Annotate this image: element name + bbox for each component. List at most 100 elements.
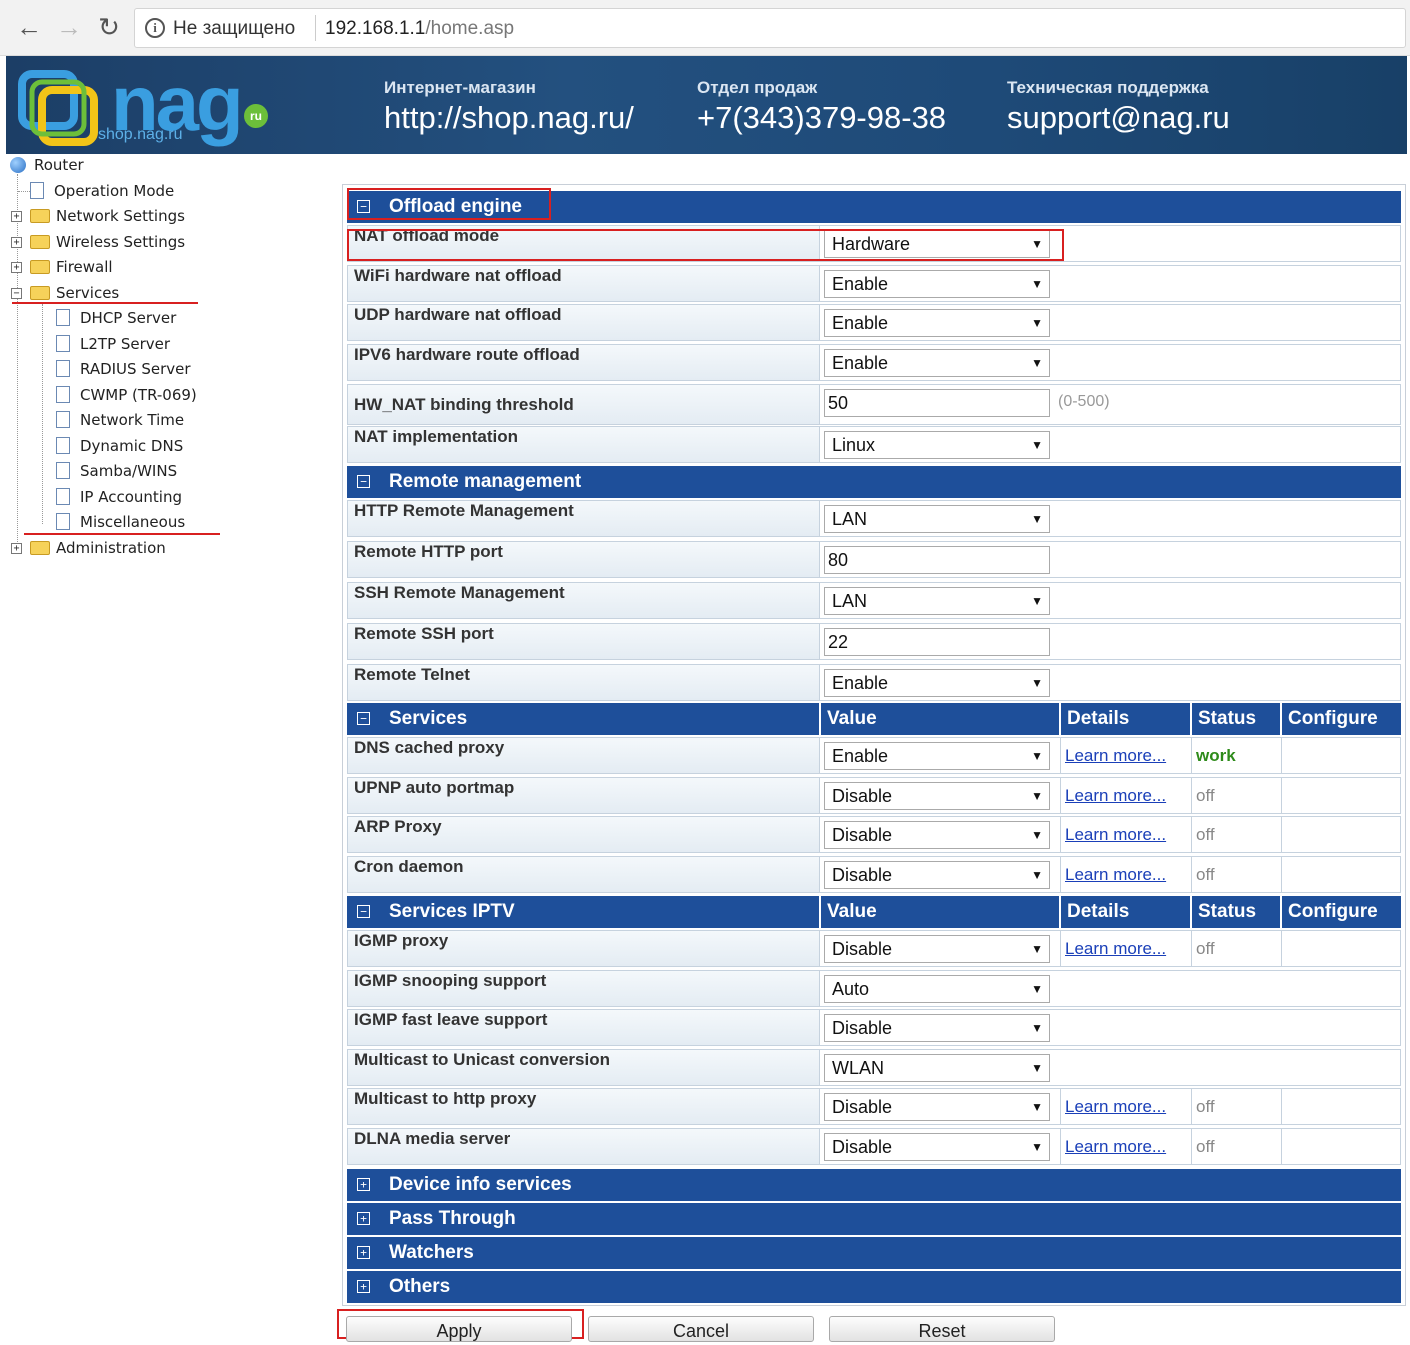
dropdown-arrow-icon: ▼ (1031, 1061, 1043, 1075)
section-device-info[interactable]: + Device info services (347, 1169, 1401, 1201)
learn-more-link[interactable]: Learn more... (1065, 746, 1166, 765)
dropdown-arrow-icon: ▼ (1031, 828, 1043, 842)
sidebar-item-miscellaneous[interactable]: Miscellaneous (56, 511, 185, 533)
section-pass-through[interactable]: + Pass Through (347, 1203, 1401, 1235)
setting-label: DLNA media server (348, 1129, 820, 1164)
row-igmp-fast-leave: IGMP fast leave support Disable ▼ (347, 1009, 1401, 1046)
arp-proxy-select[interactable]: Disable ▼ (824, 821, 1050, 849)
sidebar-item-cwmp[interactable]: CWMP (TR-069) (56, 384, 197, 406)
sidebar-item-network-time[interactable]: Network Time (56, 409, 184, 431)
expand-icon[interactable]: + (11, 237, 22, 248)
red-underline-annotation (24, 533, 220, 535)
dropdown-arrow-icon: ▼ (1031, 277, 1043, 291)
red-box-annotation (347, 229, 1064, 261)
remote-telnet-select[interactable]: Enable ▼ (824, 669, 1050, 697)
ipv6-hw-route-select[interactable]: Enable ▼ (824, 349, 1050, 377)
igmp-snooping-select[interactable]: Auto ▼ (824, 975, 1050, 1003)
collapse-icon[interactable]: − (357, 712, 370, 725)
configure-cell (1281, 778, 1401, 813)
sidebar-item-l2tp-server[interactable]: L2TP Server (56, 333, 170, 355)
url-host: 192.168.1.1/home.asp (325, 18, 515, 39)
info-icon[interactable]: i (145, 18, 165, 38)
status-badge: off (1191, 1089, 1281, 1124)
dropdown-arrow-icon: ▼ (1031, 1021, 1043, 1035)
tree-line (42, 304, 43, 524)
setting-label: WiFi hardware nat offload (348, 266, 820, 301)
setting-label: Remote Telnet (348, 665, 820, 700)
section-watchers[interactable]: + Watchers (347, 1237, 1401, 1269)
sidebar-item-network-settings[interactable]: Network Settings (30, 205, 185, 227)
learn-more-link[interactable]: Learn more... (1065, 1137, 1166, 1156)
address-bar[interactable]: i Не защищено 192.168.1.1/home.asp (134, 8, 1406, 48)
collapse-icon[interactable]: − (357, 475, 370, 488)
expand-icon[interactable]: + (357, 1246, 370, 1259)
expand-icon[interactable]: + (357, 1280, 370, 1293)
expand-icon[interactable]: + (11, 211, 22, 222)
dns-proxy-select[interactable]: Enable ▼ (824, 742, 1050, 770)
dropdown-arrow-icon: ▼ (1031, 1140, 1043, 1154)
sidebar-item-dhcp-server[interactable]: DHCP Server (56, 307, 176, 329)
hw-nat-threshold-input[interactable]: 50 (824, 389, 1050, 417)
learn-more-link[interactable]: Learn more... (1065, 865, 1166, 884)
dlna-select[interactable]: Disable ▼ (824, 1133, 1050, 1161)
nat-implementation-select[interactable]: Linux ▼ (824, 431, 1050, 459)
upnp-select[interactable]: Disable ▼ (824, 782, 1050, 810)
row-udp-hw-nat: UDP hardware nat offload Enable ▼ (347, 304, 1401, 341)
dropdown-arrow-icon: ▼ (1031, 749, 1043, 763)
igmp-fast-leave-select[interactable]: Disable ▼ (824, 1014, 1050, 1042)
remote-http-port-input[interactable]: 80 (824, 546, 1050, 574)
apply-button[interactable]: Apply (346, 1316, 572, 1342)
learn-more-link[interactable]: Learn more... (1065, 786, 1166, 805)
dropdown-arrow-icon: ▼ (1031, 356, 1043, 370)
back-arrow-icon[interactable]: ← (14, 12, 44, 42)
sidebar-item-samba-wins[interactable]: Samba/WINS (56, 460, 177, 482)
section-title: Remote management (389, 471, 582, 492)
setting-label: Remote SSH port (348, 624, 820, 659)
sidebar-item-radius-server[interactable]: RADIUS Server (56, 358, 191, 380)
learn-more-link[interactable]: Learn more... (1065, 825, 1166, 844)
collapse-icon[interactable]: − (11, 288, 22, 299)
configure-cell (1281, 738, 1401, 773)
expand-icon[interactable]: + (11, 543, 22, 554)
wifi-hw-nat-select[interactable]: Enable ▼ (824, 270, 1050, 298)
section-services[interactable]: − Services Value Details Status Configur… (347, 703, 1401, 735)
sidebar-item-dynamic-dns[interactable]: Dynamic DNS (56, 435, 183, 457)
section-services-iptv[interactable]: − Services IPTV Value Details Status Con… (347, 896, 1401, 928)
remote-ssh-port-input[interactable]: 22 (824, 628, 1050, 656)
sidebar-item-ip-accounting[interactable]: IP Accounting (56, 486, 182, 508)
forward-arrow-icon[interactable]: → (54, 12, 84, 42)
tree-root-router[interactable]: Router (10, 154, 84, 176)
section-others[interactable]: + Others (347, 1271, 1401, 1303)
expand-icon[interactable]: + (11, 262, 22, 273)
collapse-icon[interactable]: − (357, 905, 370, 918)
expand-icon[interactable]: + (357, 1178, 370, 1191)
sidebar-item-administration[interactable]: Administration (30, 537, 166, 559)
shop-link[interactable]: http://shop.nag.ru/ (384, 100, 634, 136)
multicast-unicast-select[interactable]: WLAN ▼ (824, 1054, 1050, 1082)
reset-button[interactable]: Reset (829, 1316, 1055, 1342)
setting-label: IGMP proxy (348, 931, 820, 966)
learn-more-link[interactable]: Learn more... (1065, 1097, 1166, 1116)
sidebar-item-operation-mode[interactable]: Operation Mode (30, 180, 174, 202)
cancel-button[interactable]: Cancel (588, 1316, 814, 1342)
udp-hw-nat-select[interactable]: Enable ▼ (824, 309, 1050, 337)
expand-icon[interactable]: + (357, 1212, 370, 1225)
section-remote-management[interactable]: − Remote management (347, 466, 1401, 498)
sidebar-item-firewall[interactable]: Firewall (30, 256, 113, 278)
cron-daemon-select[interactable]: Disable ▼ (824, 861, 1050, 889)
row-upnp: UPNP auto portmap Disable ▼ Learn more...… (347, 777, 1401, 814)
reload-icon[interactable]: ↻ (94, 12, 124, 42)
http-remote-mgmt-select[interactable]: LAN ▼ (824, 505, 1050, 533)
row-cron-daemon: Cron daemon Disable ▼ Learn more... off (347, 856, 1401, 893)
igmp-proxy-select[interactable]: Disable ▼ (824, 935, 1050, 963)
support-email[interactable]: support@nag.ru (1007, 100, 1230, 136)
learn-more-link[interactable]: Learn more... (1065, 939, 1166, 958)
ssh-remote-mgmt-select[interactable]: LAN ▼ (824, 587, 1050, 615)
page-icon (56, 309, 70, 326)
sidebar-item-services[interactable]: Services (30, 282, 119, 304)
dropdown-arrow-icon: ▼ (1031, 512, 1043, 526)
multicast-http-select[interactable]: Disable ▼ (824, 1093, 1050, 1121)
row-igmp-snooping: IGMP snooping support Auto ▼ (347, 970, 1401, 1007)
status-badge: off (1191, 931, 1281, 966)
sidebar-item-wireless-settings[interactable]: Wireless Settings (30, 231, 185, 253)
